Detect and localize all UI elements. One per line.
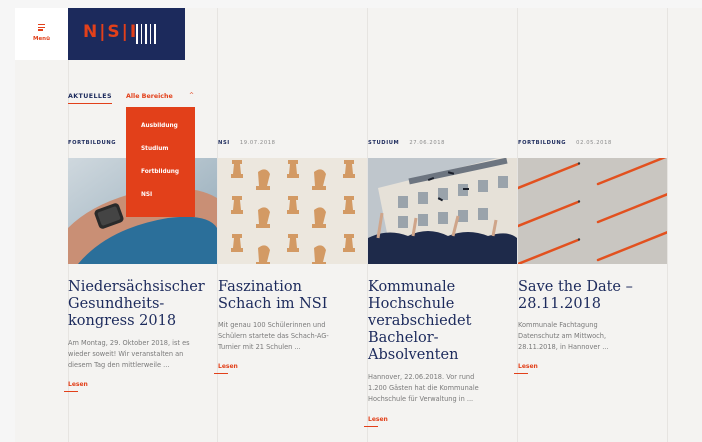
article-image-pencils[interactable] (518, 158, 667, 264)
dropdown-item-ausbildung[interactable]: Ausbildung (141, 123, 178, 129)
article-excerpt: Mit genau 100 Schülerinnen und Schülern … (218, 321, 329, 351)
logo-stripes (136, 24, 156, 44)
dropdown-item-studium[interactable]: Studium (141, 146, 168, 152)
article-title[interactable]: Faszination Schach im NSI (218, 279, 368, 313)
read-more-underline (364, 426, 378, 427)
article-category: STUDIUM (368, 140, 400, 146)
read-more-underline (514, 373, 528, 374)
active-tab-underline (68, 103, 112, 105)
article-date: 27.06.2018 (409, 140, 446, 146)
article-category: FORTBILDUNG (68, 140, 117, 146)
read-more-link[interactable]: Lesen (218, 363, 238, 370)
logo-text: N|S|I (83, 22, 139, 42)
article-meta: NSI 19.07.2018 (218, 140, 276, 146)
article-image-graduation[interactable] (368, 158, 517, 264)
article-meta: STUDIUM 27.06.2018 (368, 140, 445, 146)
article-image-chess[interactable] (218, 158, 367, 264)
menu-label: Menü (32, 36, 51, 42)
article-category: FORTBILDUNG (518, 140, 567, 146)
category-dropdown-menu: Ausbildung Studium Fortbildung NSI (126, 107, 195, 217)
tab-aktuelles[interactable]: AKTUELLES (68, 93, 112, 100)
article-title[interactable]: Save the Date – 28.11.2018 (518, 279, 668, 313)
article-title[interactable]: Kommunale Hochschule verabschiedet Bache… (368, 279, 518, 364)
article-category: NSI (218, 140, 230, 146)
column-divider (667, 8, 668, 442)
article-date: 02.05.2018 (576, 140, 612, 146)
dropdown-item-nsi[interactable]: NSI (141, 192, 152, 198)
menu-button[interactable]: Menü (15, 8, 68, 60)
article-meta: FORTBILDUNG 02.05.2018 (518, 140, 612, 146)
article-excerpt: Hannover, 22.06.2018. Vor rund 1.200 Gäs… (368, 373, 479, 403)
read-more-underline (64, 391, 78, 392)
hamburger-icon (38, 24, 45, 31)
dropdown-item-fortbildung[interactable]: Fortbildung (141, 169, 179, 175)
article-date: 19.07.2018 (239, 140, 276, 146)
article-title[interactable]: Niedersächsischer Gesundheits- kongress … (68, 279, 218, 330)
read-more-link[interactable]: Lesen (368, 416, 388, 423)
category-dropdown-toggle[interactable]: Alle Bereiche (126, 93, 173, 100)
article-excerpt: Am Montag, 29. Oktober 2018, ist es wied… (68, 339, 190, 369)
chevron-up-icon[interactable]: ^ (189, 92, 194, 99)
article-excerpt: Kommunale Fachtagung Datenschutz am Mitt… (518, 321, 609, 351)
read-more-underline (214, 373, 228, 374)
read-more-link[interactable]: Lesen (68, 381, 88, 388)
article-meta: FORTBILDUNG (68, 140, 116, 146)
nsi-logo[interactable]: N|S|I (68, 8, 185, 60)
read-more-link[interactable]: Lesen (518, 363, 538, 370)
